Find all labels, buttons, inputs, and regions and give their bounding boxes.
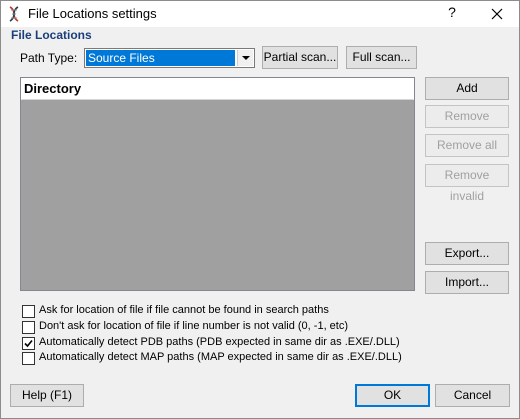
remove-button[interactable]: Remove <box>425 105 509 128</box>
directory-list[interactable]: Directory <box>20 77 415 291</box>
checkbox-checked[interactable] <box>22 337 35 350</box>
dialog-window: File Locations settings ? File Locations… <box>0 0 520 419</box>
dna-icon <box>9 6 19 22</box>
option-label: Automatically detect MAP paths (MAP expe… <box>39 351 402 363</box>
close-icon <box>491 8 503 20</box>
remove-invalid-button[interactable]: Remove invalid <box>425 164 509 203</box>
option-label: Ask for location of file if file cannot … <box>39 304 329 316</box>
title-bar: File Locations settings ? <box>1 1 519 27</box>
help-button[interactable]: Help (F1) <box>10 384 84 407</box>
column-header-directory[interactable]: Directory <box>21 78 414 100</box>
path-type-label: Path Type: <box>20 51 78 65</box>
checkbox[interactable] <box>22 305 35 318</box>
help-context-button[interactable]: ? <box>441 4 463 24</box>
checkbox[interactable] <box>22 321 35 334</box>
export-button[interactable]: Export... <box>425 242 509 265</box>
option-label: Automatically detect PDB paths (PDB expe… <box>39 336 400 348</box>
full-scan-button[interactable]: Full scan... <box>346 46 417 69</box>
path-type-value: Source Files <box>86 50 235 66</box>
path-type-select[interactable]: Source Files <box>84 48 255 68</box>
checkmark-icon <box>24 339 33 348</box>
checkbox[interactable] <box>22 352 35 365</box>
ok-button[interactable]: OK <box>355 384 430 407</box>
remove-all-button[interactable]: Remove all <box>425 134 509 157</box>
chevron-down-icon[interactable] <box>237 50 253 66</box>
option-label: Don't ask for location of file if line n… <box>39 320 349 332</box>
partial-scan-button[interactable]: Partial scan... <box>262 46 338 69</box>
section-title: File Locations <box>11 28 92 42</box>
import-button[interactable]: Import... <box>425 271 509 294</box>
close-button[interactable] <box>485 4 509 24</box>
add-button[interactable]: Add <box>425 77 509 100</box>
cancel-button[interactable]: Cancel <box>435 384 510 407</box>
column-header-label: Directory <box>24 81 82 96</box>
window-title: File Locations settings <box>28 6 157 21</box>
